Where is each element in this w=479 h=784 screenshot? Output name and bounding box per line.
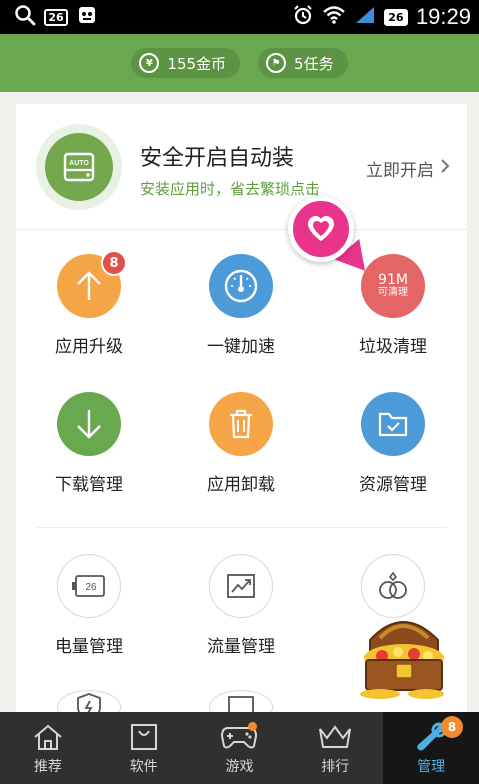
alarm-icon <box>292 4 314 30</box>
enable-now-label: 立即开启 <box>366 161 434 181</box>
nav-tab-games[interactable]: 游戏 <box>192 712 288 784</box>
wifi-icon <box>322 5 346 29</box>
coins-pill[interactable]: ¥ 155金币 <box>131 48 241 78</box>
tool-speed-boost[interactable]: 一键加速 <box>176 254 306 374</box>
yen-icon: ¥ <box>139 53 160 73</box>
junk-note: 可清理 <box>378 287 408 299</box>
nav-tab-software[interactable]: 软件 <box>96 712 192 784</box>
tool-label: 下载管理 <box>55 475 123 495</box>
bug-icon <box>76 4 98 30</box>
home-icon <box>32 720 64 754</box>
bag-icon <box>129 720 159 754</box>
signal-icon <box>354 5 376 29</box>
tool-label: 应用升级 <box>55 337 123 357</box>
nav-label: 软件 <box>129 759 158 775</box>
battery-value: 26 <box>85 582 97 593</box>
heart-icon[interactable] <box>288 196 354 262</box>
nav-tab-manage[interactable]: 8 管理 <box>383 712 479 784</box>
tool-label: 资源管理 <box>359 475 427 495</box>
nav-tab-recommend[interactable]: 推荐 <box>0 712 96 784</box>
battery-icon: 26 <box>57 554 121 618</box>
rings-icon <box>361 554 425 618</box>
arrow-down-icon <box>57 392 121 456</box>
chart-icon <box>209 554 273 618</box>
tool-label: 垃圾清理 <box>359 337 427 357</box>
nav-tab-ranking[interactable]: 排行 <box>287 712 383 784</box>
tool-download-manager[interactable]: 下载管理 <box>24 392 154 512</box>
auto-install-promo[interactable]: AUTO 安全开启自动装 安装应用时，省去繁琐点击 立即开启 <box>16 104 467 230</box>
clock: 19:29 <box>415 4 471 29</box>
treasure-chest-icon[interactable] <box>352 610 454 700</box>
battery-indicator: 26 <box>383 8 408 26</box>
section-divider <box>36 527 447 528</box>
search-icon <box>14 4 36 30</box>
tool-traffic-manager[interactable]: 流量管理 <box>176 554 306 674</box>
tool-label: 流量管理 <box>207 637 275 657</box>
tool-uninstall[interactable]: 应用卸载 <box>176 392 306 512</box>
manage-badge: 8 <box>440 716 463 738</box>
tasks-label: 5任务 <box>294 54 334 73</box>
header-bar: ¥ 155金币 ⚑ 5任务 <box>0 34 479 92</box>
notification-badge: 26 <box>44 8 68 26</box>
tool-resource-manager[interactable]: 资源管理 <box>328 392 458 512</box>
auto-install-icon: AUTO <box>36 124 122 210</box>
speedometer-icon <box>209 254 273 318</box>
promo-subtitle: 安装应用时，省去繁琐点击 <box>140 180 321 198</box>
bottom-nav: 推荐 软件 游戏 排行 8 管理 <box>0 712 479 784</box>
folder-icon <box>361 392 425 456</box>
promo-title: 安全开启自动装 <box>140 146 295 171</box>
chevron-right-icon <box>440 158 450 179</box>
auto-label: AUTO <box>69 160 89 167</box>
enable-now-link[interactable]: 立即开启 <box>366 156 450 181</box>
tool-app-upgrade[interactable]: 8 应用升级 <box>24 250 154 374</box>
arrow-up-icon: 8 <box>57 250 127 318</box>
coins-label: 155金币 <box>167 54 227 73</box>
tool-battery-manager[interactable]: 26 电量管理 <box>24 554 154 674</box>
nav-label: 推荐 <box>33 759 62 775</box>
upgrade-count-badge: 8 <box>101 250 127 276</box>
status-bar: 26 26 19:29 <box>0 0 479 34</box>
junk-size: 91M <box>378 272 408 289</box>
trash-bin-icon <box>209 392 273 456</box>
tool-label: 应用卸载 <box>207 475 275 495</box>
tool-label: 一键加速 <box>207 337 275 357</box>
tool-label: 电量管理 <box>55 637 123 657</box>
tasks-pill[interactable]: ⚑ 5任务 <box>258 48 348 78</box>
nav-label: 游戏 <box>225 759 254 775</box>
flag-icon: ⚑ <box>266 53 287 73</box>
crown-icon <box>317 720 353 754</box>
nav-label: 排行 <box>321 759 350 775</box>
nav-label: 管理 <box>417 759 446 775</box>
